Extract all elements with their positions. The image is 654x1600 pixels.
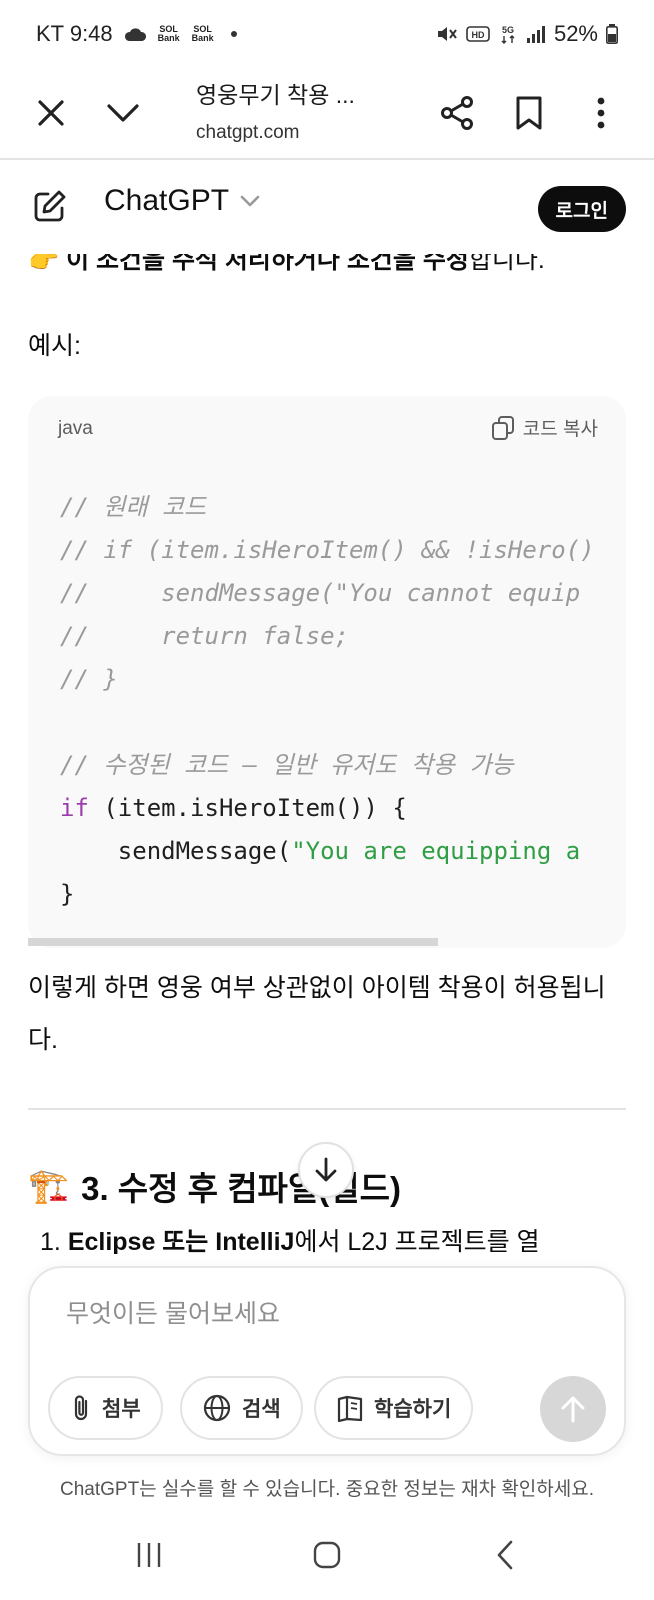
chat-content: 👉 이 조건을 주석 처리하거나 조건을 수정합니다. 예시: java 코드 … bbox=[0, 254, 654, 1254]
hd-icon: HD bbox=[466, 26, 490, 42]
domain-label: chatgpt.com bbox=[196, 122, 300, 143]
code-string: "You are equipping a bbox=[291, 837, 581, 865]
assistant-text-line: 👉 이 조건을 주석 처리하거나 조건을 수정합니다. bbox=[28, 254, 545, 276]
code-line: // 수정된 코드 — 일반 유저도 착용 가능 bbox=[60, 751, 514, 779]
code-keyword: if bbox=[60, 794, 89, 822]
bookmark-button[interactable] bbox=[504, 88, 554, 138]
browser-toolbar: 영웅무기 착용 ... chatgpt.com bbox=[0, 68, 654, 160]
crane-icon: 🏗️ bbox=[28, 1166, 70, 1204]
code-line: } bbox=[60, 880, 75, 908]
code-language: java bbox=[58, 418, 93, 439]
search-button[interactable]: 검색 bbox=[180, 1376, 303, 1440]
globe-icon bbox=[203, 1394, 231, 1422]
more-options-button[interactable] bbox=[576, 88, 626, 138]
network-5g-icon: 5G bbox=[501, 25, 515, 44]
bold-text: 이 조건을 주석 처리하거나 조건을 수정 bbox=[66, 254, 469, 274]
search-label: 검색 bbox=[242, 1398, 281, 1421]
plain-text: 합니다. bbox=[468, 254, 545, 274]
status-right: HD 5G 52% bbox=[436, 21, 618, 47]
copy-code-button[interactable]: 코드 복사 bbox=[491, 414, 598, 441]
disclaimer: ChatGPT는 실수를 할 수 있습니다. 중요한 정보는 재차 확인하세요. bbox=[59, 1479, 595, 1500]
recent-apps-button[interactable] bbox=[119, 1530, 179, 1580]
code-line: // 원래 코드 bbox=[60, 493, 207, 521]
scroll-to-bottom-button[interactable] bbox=[298, 1142, 354, 1198]
new-chat-button[interactable] bbox=[30, 186, 72, 228]
assistant-paragraph: 이렇게 하면 영웅 여부 상관없이 아이템 착용이 허용됩니다. bbox=[28, 974, 606, 1054]
mute-icon bbox=[437, 27, 457, 41]
list-number: 1. bbox=[40, 1228, 61, 1254]
home-icon bbox=[313, 1541, 341, 1569]
battery-icon bbox=[606, 24, 618, 44]
back-icon bbox=[497, 1540, 513, 1570]
pointing-hand-icon: 👉 bbox=[28, 254, 60, 274]
study-button[interactable]: 학습하기 bbox=[314, 1376, 474, 1440]
recent-apps-icon bbox=[137, 1543, 161, 1567]
arrow-up-icon bbox=[561, 1396, 585, 1423]
list-item-text: 에서 L2J 프로젝트를 열 bbox=[294, 1228, 540, 1254]
code-line: sendMessage( bbox=[60, 837, 292, 865]
copy-code-label: 코드 복사 bbox=[522, 419, 598, 440]
cloud-icon bbox=[124, 28, 146, 41]
signal-icon bbox=[526, 26, 545, 43]
code-text: // 원래 코드 // if (item.isHeroItem() && !is… bbox=[60, 486, 595, 916]
section-divider bbox=[28, 1108, 626, 1110]
bookmark-icon bbox=[516, 96, 542, 130]
list-item-bold: Eclipse 또는 IntelliJ bbox=[67, 1228, 295, 1254]
code-line: (item.isHeroItem()) { bbox=[88, 794, 407, 822]
chevron-down-icon bbox=[240, 195, 260, 207]
list-item: 1. Eclipse 또는 IntelliJ에서 L2J 프로젝트를 열 bbox=[40, 1222, 540, 1254]
status-left: KT 9:48 SOL Bank SOL Bank bbox=[36, 21, 237, 47]
code-line: // if (item.isHeroItem() && !isHero() bbox=[60, 536, 595, 564]
status-bar: KT 9:48 SOL Bank SOL Bank HD 5G 52% bbox=[0, 0, 654, 68]
prompt-input[interactable] bbox=[66, 1300, 586, 1329]
book-icon bbox=[337, 1395, 363, 1422]
code-scrollbar[interactable] bbox=[28, 938, 626, 946]
composer: 첨부 검색 학습하기 bbox=[28, 1266, 626, 1456]
tab-title: 영웅무기 착용 ... bbox=[196, 82, 355, 108]
edit-icon bbox=[34, 190, 66, 222]
send-button[interactable] bbox=[540, 1376, 606, 1442]
chevron-down-icon bbox=[107, 104, 139, 122]
copy-icon bbox=[491, 415, 514, 440]
more-vertical-icon bbox=[597, 97, 605, 129]
attach-label: 첨부 bbox=[102, 1398, 141, 1421]
carrier-time: KT 9:48 bbox=[36, 21, 113, 46]
svg-text:5G: 5G bbox=[502, 25, 514, 35]
share-button[interactable] bbox=[432, 88, 482, 138]
code-line: // return false; bbox=[60, 622, 349, 650]
url-box[interactable]: 영웅무기 착용 ... chatgpt.com bbox=[196, 76, 426, 144]
battery-percent: 52% bbox=[553, 21, 598, 46]
attach-button[interactable]: 첨부 bbox=[48, 1376, 163, 1440]
app-header: ChatGPT 로그인 bbox=[0, 160, 654, 254]
navigation-bar bbox=[0, 1510, 654, 1600]
model-name: ChatGPT bbox=[104, 184, 230, 217]
example-label: 예시: bbox=[28, 332, 81, 360]
study-label: 학습하기 bbox=[374, 1398, 452, 1421]
login-button[interactable]: 로그인 bbox=[537, 186, 626, 232]
model-switcher[interactable]: ChatGPT bbox=[104, 184, 261, 218]
code-block: java 코드 복사 // 원래 코드 // if (item.isHeroIt… bbox=[28, 396, 626, 948]
home-button[interactable] bbox=[297, 1530, 357, 1580]
bank-app-icon-1: SOL Bank bbox=[157, 24, 180, 43]
arrow-down-icon bbox=[315, 1157, 337, 1182]
code-line: // sendMessage("You cannot equip bbox=[60, 579, 581, 607]
more-notifications-dot bbox=[230, 31, 237, 37]
share-icon bbox=[441, 96, 473, 130]
close-icon bbox=[38, 100, 64, 126]
collapse-button[interactable] bbox=[98, 88, 148, 138]
paperclip-icon bbox=[74, 1395, 88, 1421]
close-tab-button[interactable] bbox=[26, 88, 76, 138]
code-line: // } bbox=[60, 665, 118, 693]
code-scrollbar-thumb[interactable] bbox=[28, 938, 438, 946]
back-button[interactable] bbox=[475, 1530, 535, 1580]
bank-app-icon-2: SOL Bank bbox=[191, 24, 214, 43]
svg-text:HD: HD bbox=[471, 30, 484, 40]
